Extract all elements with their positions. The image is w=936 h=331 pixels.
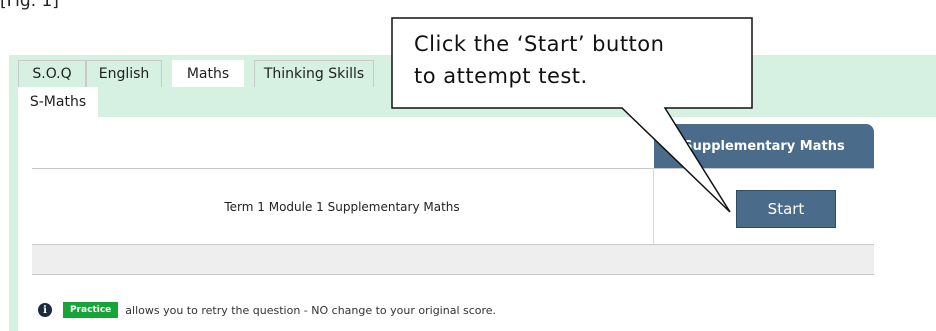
start-button[interactable]: Start xyxy=(736,190,836,228)
table-divider xyxy=(32,168,874,169)
callout-line-2: to attempt test. xyxy=(414,64,588,88)
tab-label: S.O.Q xyxy=(32,66,72,82)
callout-text: Click the ‘Start’ button to attempt test… xyxy=(414,28,744,92)
tab-thinking-skills[interactable]: Thinking Skills xyxy=(254,60,374,87)
subtab-s-maths[interactable]: S-Maths xyxy=(18,87,98,117)
tab-label: Maths xyxy=(186,65,230,82)
info-icon: i xyxy=(38,303,52,317)
figure-label: [Fig. 1] xyxy=(0,0,59,11)
callout-line-1: Click the ‘Start’ button xyxy=(414,32,665,56)
tab-english[interactable]: English xyxy=(86,60,162,87)
info-text: allows you to retry the question - NO ch… xyxy=(125,303,497,317)
tab-label: English xyxy=(98,66,150,82)
practice-badge: Practice xyxy=(63,302,119,318)
table-column-divider xyxy=(653,168,654,244)
tab-soq[interactable]: S.O.Q xyxy=(18,60,86,87)
tab-label: Thinking Skills xyxy=(263,66,365,82)
info-note: i Practice allows you to retry the quest… xyxy=(38,300,496,320)
column-header-supplementary-maths: Supplementary Maths xyxy=(654,124,874,168)
tab-maths[interactable]: Maths xyxy=(172,60,244,87)
empty-table-row xyxy=(32,244,874,275)
subtab-label: S-Maths xyxy=(29,94,87,110)
module-name: Term 1 Module 1 Supplementary Maths xyxy=(224,200,460,214)
